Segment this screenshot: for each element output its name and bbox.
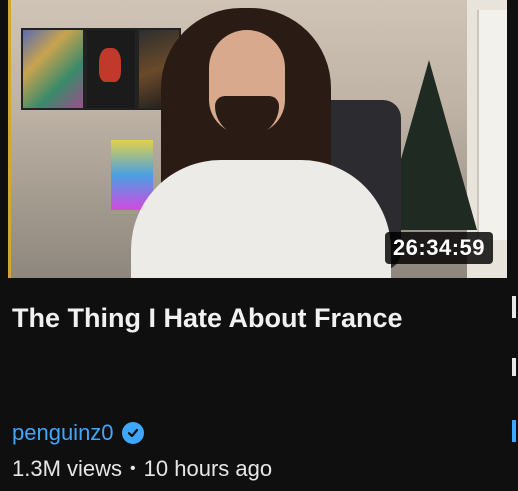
thumbnail-painting bbox=[85, 28, 137, 110]
verified-check-icon bbox=[121, 422, 144, 444]
video-thumbnail[interactable]: 26:34:59 bbox=[8, 0, 507, 278]
thumbnail-painting bbox=[21, 28, 85, 110]
upload-age: 10 hours ago bbox=[143, 456, 273, 481]
view-count: 1.3M views bbox=[12, 456, 123, 481]
channel-row: penguinz0 bbox=[12, 418, 144, 448]
thumbnail-door bbox=[477, 10, 507, 240]
thumbnail-person-shirt bbox=[131, 160, 391, 278]
channel-name[interactable]: penguinz0 bbox=[12, 420, 114, 446]
video-card[interactable]: 26:34:59 The Thing I Hate About France p… bbox=[0, 0, 518, 491]
duration-badge: 26:34:59 bbox=[384, 232, 493, 264]
meta-separator: • bbox=[130, 460, 136, 477]
video-title[interactable]: The Thing I Hate About France bbox=[12, 296, 432, 341]
video-metadata: 1.3M views • 10 hours ago bbox=[12, 456, 272, 482]
next-card-edge bbox=[512, 296, 516, 318]
next-card-edge bbox=[512, 358, 516, 376]
next-card-edge bbox=[512, 420, 516, 442]
